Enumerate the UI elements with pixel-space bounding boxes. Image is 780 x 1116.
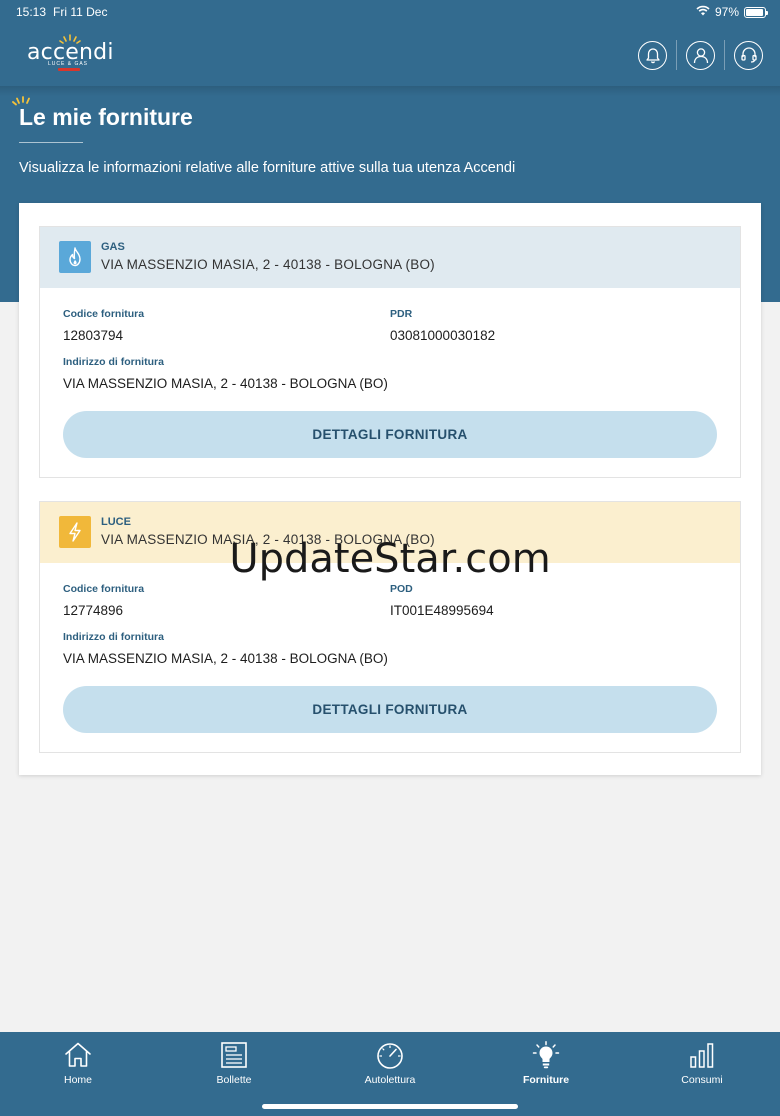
bar-chart-icon <box>690 1043 714 1068</box>
tab-label: Forniture <box>522 1074 570 1086</box>
gauge-icon <box>377 1043 403 1069</box>
home-indicator[interactable] <box>262 1104 518 1109</box>
supply-details-button-gas[interactable]: DETTAGLI FORNITURA <box>63 411 717 458</box>
battery-percent: 97% <box>714 5 739 19</box>
pdr-label: PDR <box>390 308 413 320</box>
user-icon <box>693 48 708 64</box>
tab-forniture[interactable]: Forniture <box>468 1032 624 1094</box>
header-actions <box>638 40 763 70</box>
status-date: Fri 11 Dec <box>53 5 108 19</box>
battery-level <box>746 8 764 16</box>
tab-label: Autolettura <box>364 1074 416 1086</box>
supply-code-label: Codice fornitura <box>63 583 145 595</box>
page-subtitle: Visualizza le informazioni relative alle… <box>19 160 516 176</box>
supply-address-label: Indirizzo di fornitura <box>63 631 164 643</box>
bill-icon <box>221 1042 247 1068</box>
tab-autolettura[interactable]: Autolettura <box>312 1032 468 1094</box>
status-right: 97% <box>696 5 768 19</box>
pod-value: IT001E48995694 <box>390 603 494 618</box>
lightbulb-icon <box>532 1041 560 1069</box>
supplies-panel: GAS VIA MASSENZIO MASIA, 2 - 40138 - BOL… <box>19 203 761 775</box>
bell-icon <box>645 47 660 63</box>
headset-icon <box>740 47 757 63</box>
supply-code-value: 12774896 <box>63 603 124 618</box>
supply-address-label: Indirizzo di fornitura <box>63 356 164 368</box>
accendi-logo[interactable]: accendi LUCE & GAS <box>27 32 113 76</box>
supply-type: LUCE <box>101 516 131 528</box>
logo-accent-bar <box>58 68 80 71</box>
tab-home[interactable]: Home <box>0 1032 156 1094</box>
supply-card-gas: GAS VIA MASSENZIO MASIA, 2 - 40138 - BOL… <box>39 226 741 478</box>
gas-badge <box>59 241 91 273</box>
pod-label: POD <box>390 583 413 595</box>
tab-label: Bollette <box>216 1074 252 1086</box>
supply-details-button-luce[interactable]: DETTAGLI FORNITURA <box>63 686 717 733</box>
wifi-icon <box>696 5 710 19</box>
watermark: UpdateStar.com <box>229 536 551 582</box>
header-separator <box>676 40 677 70</box>
status-bar: 15:13 Fri 11 Dec 97% <box>0 0 780 24</box>
logo-subtext: LUCE & GAS <box>48 61 89 67</box>
supply-code-label: Codice fornitura <box>63 308 145 320</box>
supply-code-value: 12803794 <box>63 328 124 343</box>
supply-address-value: VIA MASSENZIO MASIA, 2 - 40138 - BOLOGNA… <box>63 651 388 666</box>
battery-icon <box>744 6 768 18</box>
pdr-value: 03081000030182 <box>390 328 496 343</box>
header-divider <box>0 86 780 96</box>
tab-consumi[interactable]: Consumi <box>624 1032 780 1094</box>
supply-header: GAS VIA MASSENZIO MASIA, 2 - 40138 - BOL… <box>40 227 740 288</box>
tab-bollette[interactable]: Bollette <box>156 1032 312 1094</box>
profile-button[interactable] <box>686 40 715 70</box>
notifications-button[interactable] <box>638 40 667 70</box>
home-icon <box>65 1042 91 1067</box>
supply-address-value: VIA MASSENZIO MASIA, 2 - 40138 - BOLOGNA… <box>63 376 388 391</box>
supply-type: GAS <box>101 241 125 253</box>
tab-label: Consumi <box>681 1074 723 1086</box>
header-separator <box>724 40 725 70</box>
tab-label: Home <box>63 1074 92 1086</box>
support-button[interactable] <box>734 40 763 70</box>
flame-icon <box>69 247 81 267</box>
page-title: Le mie forniture <box>19 104 193 130</box>
title-underline <box>19 142 83 143</box>
status-time: 15:13 <box>16 5 47 19</box>
supply-header-address: VIA MASSENZIO MASIA, 2 - 40138 - BOLOGNA… <box>101 257 435 272</box>
